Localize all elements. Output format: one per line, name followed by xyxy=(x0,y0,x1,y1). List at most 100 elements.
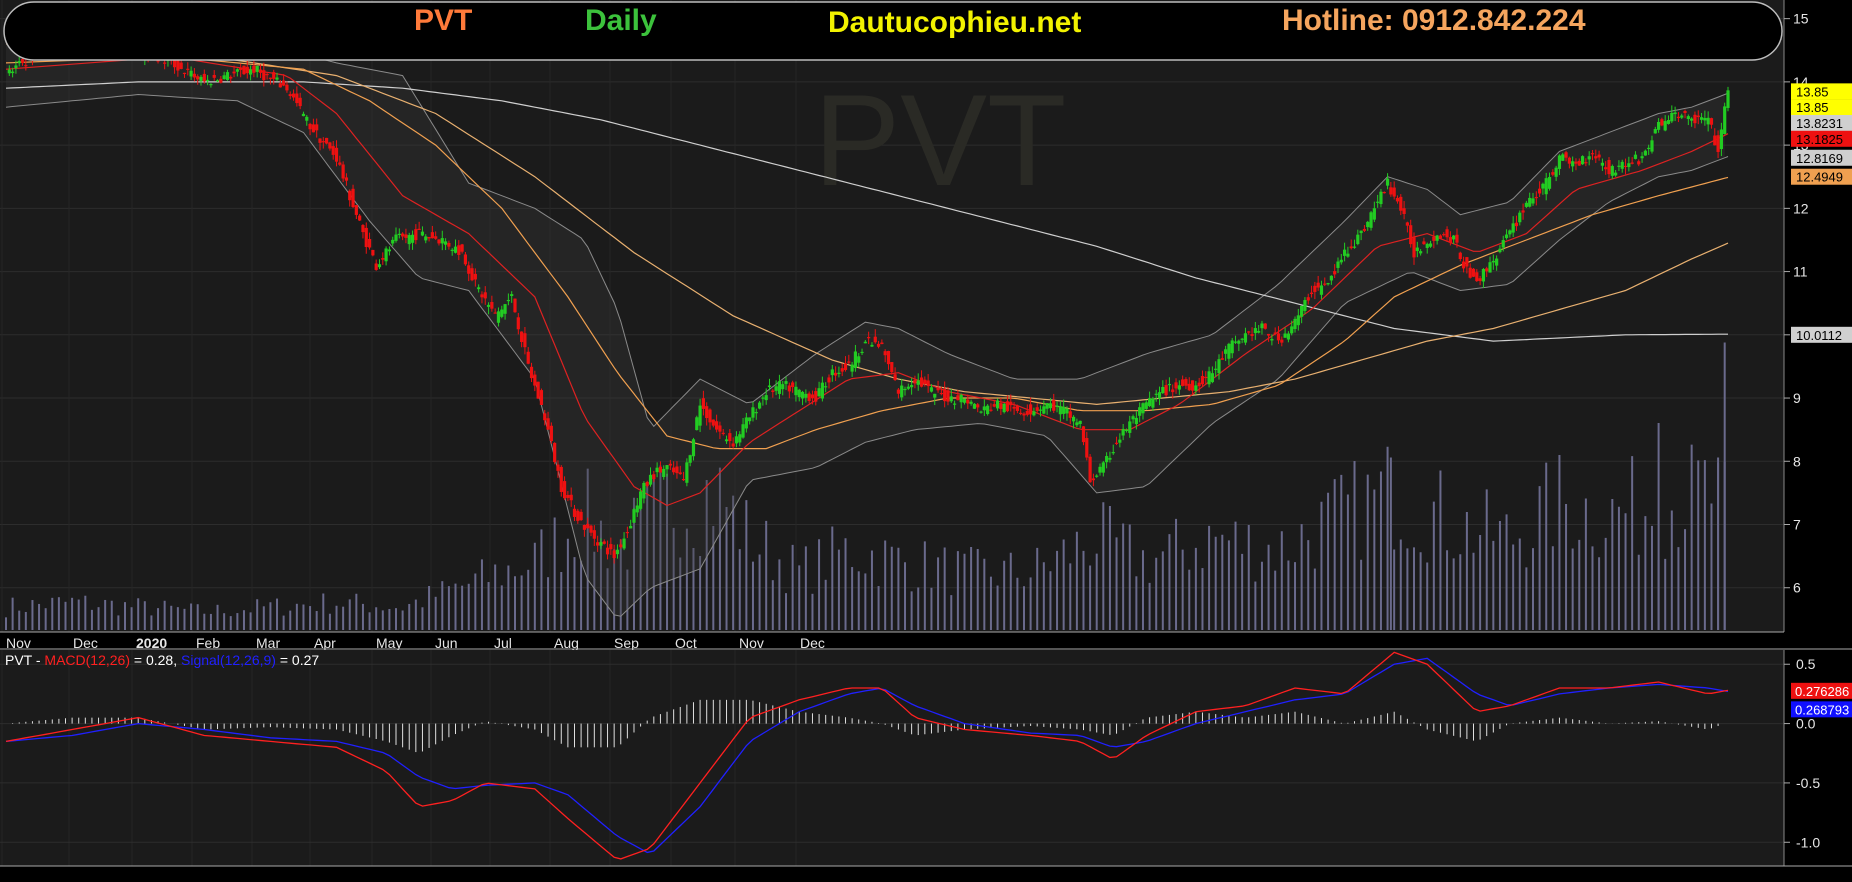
candle-body xyxy=(1564,152,1568,158)
candle-body xyxy=(738,434,742,443)
candle-body xyxy=(1019,412,1023,415)
candle-body xyxy=(414,229,418,241)
candle-body xyxy=(946,390,950,402)
candle-body xyxy=(599,542,603,546)
candle-body xyxy=(268,77,273,79)
candle-body xyxy=(787,385,791,392)
candle-body xyxy=(1709,118,1714,125)
candle-body xyxy=(1356,234,1360,245)
candle-body xyxy=(364,227,368,247)
candle-body xyxy=(311,124,315,133)
candle-body xyxy=(1025,410,1029,415)
candle-body xyxy=(933,393,937,398)
header-site: Dautucophieu.net xyxy=(828,6,1081,39)
price-tick-label: 11 xyxy=(1793,264,1808,280)
candle-body xyxy=(572,508,577,517)
candle-body xyxy=(1676,116,1681,119)
candle-body xyxy=(1673,112,1677,115)
candle-body xyxy=(1551,172,1555,175)
candle-body xyxy=(695,417,699,431)
candle-body xyxy=(1336,261,1340,268)
candle-body xyxy=(1346,253,1350,257)
candle-body xyxy=(1442,234,1446,236)
candle-body xyxy=(979,411,983,413)
candle-body xyxy=(1567,157,1571,164)
candle-body xyxy=(341,164,345,179)
candle-body xyxy=(596,542,600,546)
candle-body xyxy=(777,381,782,394)
price-badge-label: 13.8231 xyxy=(1796,116,1843,131)
candle-body xyxy=(589,525,593,533)
candle-body xyxy=(1224,349,1228,354)
candle-body xyxy=(189,70,193,77)
candle-body xyxy=(1534,196,1538,199)
candle-body xyxy=(1207,371,1211,385)
candle-body xyxy=(295,93,299,104)
candle-body xyxy=(245,66,249,74)
candle-body xyxy=(1055,405,1059,407)
candle-body xyxy=(876,343,881,347)
candle-body xyxy=(711,419,715,426)
chart-root: PVT PVT Daily Dautucophieu.net Hotline: … xyxy=(0,0,1852,882)
candle-body xyxy=(1194,385,1198,391)
candle-body xyxy=(840,368,844,372)
macd-legend-signal-value: = 0.27 xyxy=(280,652,320,668)
candle-body xyxy=(1280,339,1284,343)
candle-body xyxy=(896,389,900,394)
header-hotline: Hotline: 0912.842.224 xyxy=(1282,4,1586,37)
candle-body xyxy=(242,65,246,75)
candle-body xyxy=(1637,161,1641,165)
candle-body xyxy=(486,304,491,307)
candle-body xyxy=(182,72,187,75)
candle-body xyxy=(609,544,613,550)
candle-body xyxy=(7,69,11,74)
candle-body xyxy=(1075,422,1079,426)
candle-body xyxy=(1316,282,1320,288)
candle-body xyxy=(1210,373,1214,383)
candle-body xyxy=(1379,191,1383,205)
candle-body xyxy=(870,344,874,347)
candle-body xyxy=(748,417,752,422)
candle-body xyxy=(192,73,196,78)
candle-body xyxy=(1174,382,1178,389)
candle-body xyxy=(688,455,692,463)
candle-body xyxy=(919,377,924,387)
candle-body xyxy=(1068,411,1072,418)
candle-body xyxy=(678,472,682,475)
candle-body xyxy=(1002,403,1006,413)
candle-body xyxy=(1630,162,1634,164)
candle-body xyxy=(1723,106,1727,135)
candle-body xyxy=(1690,118,1694,121)
candle-body xyxy=(1541,183,1545,189)
candle-body xyxy=(24,65,28,67)
candle-body xyxy=(910,385,914,388)
candle-body xyxy=(1514,222,1519,227)
candle-body xyxy=(381,258,385,260)
candle-body xyxy=(202,73,206,82)
candle-body xyxy=(999,403,1003,409)
candle-body xyxy=(1491,260,1495,263)
candle-body xyxy=(318,138,322,143)
candle-body xyxy=(1233,341,1238,343)
candle-body xyxy=(668,463,672,466)
candle-body xyxy=(457,245,461,255)
candle-body xyxy=(1448,237,1452,243)
candle-body xyxy=(715,421,719,430)
candle-body xyxy=(814,391,818,402)
candle-body xyxy=(1452,235,1456,240)
candle-body xyxy=(321,141,325,143)
candle-body xyxy=(496,311,501,323)
candle-body xyxy=(529,366,534,379)
price-tick-label: 15 xyxy=(1793,11,1809,27)
candle-body xyxy=(407,235,411,245)
candle-body xyxy=(278,83,282,88)
candle-body xyxy=(853,351,858,368)
candle-body xyxy=(1029,404,1033,415)
candle-body xyxy=(1511,223,1515,233)
macd-legend-prefix: PVT - xyxy=(5,652,44,668)
candle-body xyxy=(754,412,758,414)
candle-body xyxy=(549,425,553,442)
candle-body xyxy=(681,478,686,481)
candle-body xyxy=(1154,393,1158,395)
candle-body xyxy=(579,511,583,521)
